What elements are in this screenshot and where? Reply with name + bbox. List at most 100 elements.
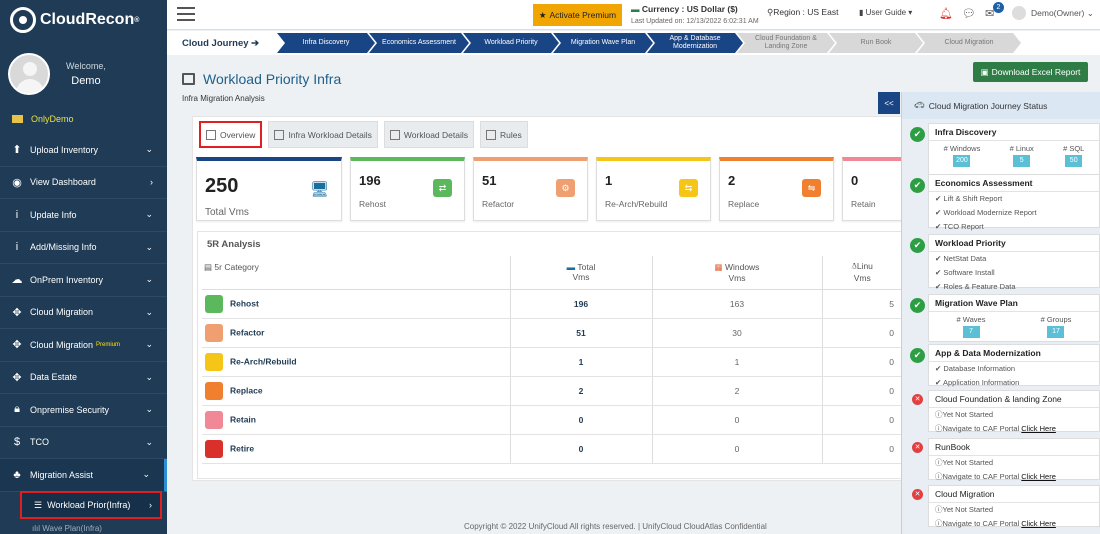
- download-excel-button[interactable]: ▣ Download Excel Report: [973, 62, 1088, 82]
- 5r-analysis-section: 5R Analysis ▤ 5r Category ▬ Total Vms ▦ W…: [197, 231, 903, 479]
- stat-card-rearch[interactable]: 1 Re-Arch/Rebuild ⇆: [596, 157, 711, 221]
- column-header-total[interactable]: ▬ Total Vms: [509, 256, 652, 290]
- currency-selector[interactable]: ▬ Currency : US Dollar ($) Last Updated …: [631, 4, 759, 27]
- activate-premium-button[interactable]: ★ Activate Premium: [533, 4, 622, 26]
- tab-workload-details[interactable]: Workload Details: [383, 121, 474, 148]
- stat-label: Replace: [728, 199, 760, 209]
- bell-icon[interactable]: 🔔︎: [939, 7, 953, 20]
- avatar[interactable]: [8, 53, 50, 95]
- status-card: Migration Wave Plan # Waves 7 # Groups 17: [928, 294, 1100, 342]
- journey-step-app-database-modernization[interactable]: App & Database Modernization: [647, 33, 743, 53]
- status-item[interactable]: ✔ Database Information: [929, 362, 1099, 376]
- wave-counts: # Waves 7 # Groups 17: [929, 312, 1099, 338]
- footer-copyright: Copyright © 2022 UnifyCloud All rights r…: [464, 522, 767, 531]
- windows-cell: 163: [651, 289, 822, 319]
- tab-infra-workload-details[interactable]: Infra Workload Details: [268, 121, 378, 148]
- comments-icon[interactable]: 💬︎: [962, 7, 976, 20]
- currency-label: Currency : US Dollar ($): [641, 4, 738, 14]
- status-item[interactable]: ✔ Application Information: [929, 376, 1099, 390]
- stat-label: Refactor: [482, 199, 515, 209]
- status-item[interactable]: ✔ Workload Modernize Report: [929, 206, 1099, 220]
- welcome-text: Welcome, Demo: [66, 59, 106, 89]
- status-item-label: Workload Modernize Report: [943, 208, 1037, 217]
- overview-card: Overview Infra Workload Details Workload…: [192, 116, 904, 481]
- sidebar-item-label: Cloud Migration: [30, 339, 94, 350]
- sidebar-subitem-label: Wave Plan(Infra): [42, 524, 102, 533]
- sidebar-item-view-dashboard[interactable]: ◉ View Dashboard ›: [0, 167, 167, 199]
- sidebar-item-migration-assist[interactable]: ♣ Migration Assist ⌄: [0, 459, 167, 492]
- status-item[interactable]: ✔ Software Install: [929, 266, 1099, 280]
- user-guide-dropdown[interactable]: ▮ User Guide ▾: [859, 8, 912, 17]
- collapse-panel-button[interactable]: <<: [878, 92, 900, 114]
- caf-portal-link[interactable]: ⓘNavigate to CAF Portal Click Here: [929, 470, 1099, 484]
- journey-step-migration-wave-plan[interactable]: Migration Wave Plan: [553, 33, 653, 53]
- refactor-icon: ⚙: [556, 179, 575, 197]
- column-header-linux[interactable]: 🐧︎Linu Vms: [821, 256, 902, 290]
- category-name: Rehost: [230, 297, 259, 308]
- sidebar-subitem-workload-prior-infra[interactable]: ☰ Workload Prior(Infra) ›: [20, 491, 162, 519]
- status-item[interactable]: ✔ NetStat Data: [929, 252, 1099, 266]
- table-row[interactable]: Re-Arch/Rebuild 1 1 0: [202, 347, 902, 377]
- caf-portal-link[interactable]: ⓘNavigate to CAF Portal Click Here: [929, 517, 1099, 531]
- sidebar-item-label: Onpremise Security: [30, 404, 110, 415]
- sidebar-item-tco[interactable]: $ TCO ⌄: [0, 427, 167, 459]
- table-row[interactable]: Retain 0 0 0: [202, 405, 902, 435]
- brand-name: CloudRecon: [40, 11, 135, 28]
- tab-rules[interactable]: Rules: [480, 121, 528, 148]
- sidebar-item-onpremise-security[interactable]: 🔒︎ Onpremise Security ⌄: [0, 394, 167, 427]
- folder-icon: [12, 115, 23, 123]
- status-item[interactable]: ✔ Lift & Shift Report: [929, 192, 1099, 206]
- column-header-windows[interactable]: ▦ Windows Vms: [651, 256, 822, 290]
- stat-card-refactor[interactable]: 51 Refactor ⚙: [473, 157, 588, 221]
- journey-step-infra-discovery[interactable]: Infra Discovery: [277, 33, 375, 53]
- table-row[interactable]: Replace 2 2 0: [202, 376, 902, 406]
- column-header-category[interactable]: ▤ 5r Category: [202, 256, 510, 290]
- category-name: Replace: [230, 384, 263, 395]
- sidebar-item-cloud-migration[interactable]: ✥ Cloud Migration ⌄: [0, 297, 167, 329]
- cloud-icon: ☁: [11, 274, 23, 287]
- user-menu[interactable]: Demo(Owner) ⌄: [1012, 6, 1094, 20]
- column-header-sub: Vms: [853, 273, 871, 284]
- journey-step-cloud-foundation[interactable]: Cloud Foundation & Landing Zone: [737, 33, 835, 53]
- sidebar-item-cloud-migration-premium[interactable]: ✥ Cloud Migration Premium ⌄: [0, 329, 167, 362]
- status-item[interactable]: ✔ Roles & Feature Data: [929, 280, 1099, 294]
- close-icon: ✕: [912, 394, 923, 405]
- 5r-analysis-title: 5R Analysis: [207, 239, 261, 250]
- dollar-icon: $: [13, 436, 21, 449]
- stat-card-retain[interactable]: 0 Retain: [842, 157, 904, 221]
- sidebar-item-data-estate[interactable]: ✥ Data Estate ⌄: [0, 362, 167, 394]
- sidebar-item-onprem-inventory[interactable]: ☁ OnPrem Inventory ⌄: [0, 264, 167, 297]
- journey-step-cloud-migration[interactable]: Cloud Migration: [917, 33, 1021, 53]
- click-here-link[interactable]: Click Here: [1021, 519, 1056, 528]
- profile-name: Demo: [71, 75, 101, 87]
- status-item[interactable]: ✔ TCO Report: [929, 220, 1099, 234]
- hamburger-menu-icon[interactable]: [177, 7, 195, 25]
- tab-overview[interactable]: Overview: [199, 121, 263, 148]
- table-row[interactable]: Retire 0 0 0: [202, 434, 902, 464]
- details-icon: [274, 129, 285, 140]
- journey-step-economics-assessment[interactable]: Economics Assessment: [369, 33, 469, 53]
- stat-card-replace[interactable]: 2 Replace ⇋: [719, 157, 834, 221]
- region-selector[interactable]: ⚲Region : US East: [767, 7, 838, 18]
- status-title: Migration Wave Plan: [929, 295, 1099, 312]
- brand-logo[interactable]: CloudRecon ®: [0, 0, 167, 40]
- category-name: Refactor: [230, 326, 265, 337]
- stat-card-rehost[interactable]: 196 Rehost ⇄: [350, 157, 465, 221]
- sidebar-item-add-missing-info[interactable]: i Add/Missing Info ⌄: [0, 232, 167, 264]
- nav-text: Navigate to CAF Portal: [942, 519, 1022, 528]
- org-folder[interactable]: OnlyDemo: [0, 110, 167, 128]
- table-row[interactable]: Rehost 196 163 5: [202, 289, 902, 319]
- caf-portal-link[interactable]: ⓘNavigate to CAF Portal Click Here: [929, 422, 1099, 436]
- click-here-link[interactable]: Click Here: [1021, 424, 1056, 433]
- count-value: 200: [953, 155, 971, 167]
- click-here-link[interactable]: Click Here: [1021, 472, 1056, 481]
- sidebar-subitem-wave-plan-infra[interactable]: ılıl Wave Plan(Infra): [32, 524, 102, 533]
- sidebar-item-label: Data Estate: [30, 372, 78, 383]
- table-row[interactable]: Refactor 51 30 0: [202, 318, 902, 348]
- sidebar-item-upload-inventory[interactable]: ⬆ Upload Inventory ⌄: [0, 134, 167, 167]
- journey-step-run-book[interactable]: Run Book: [829, 33, 923, 53]
- status-item-label: Application Information: [942, 378, 1020, 387]
- journey-step-workload-priority[interactable]: Workload Priority: [463, 33, 559, 53]
- stat-card-total-vms[interactable]: 250 Total Vms 🖥︎: [196, 157, 342, 221]
- sidebar-item-update-info[interactable]: i Update Info ⌄: [0, 199, 167, 232]
